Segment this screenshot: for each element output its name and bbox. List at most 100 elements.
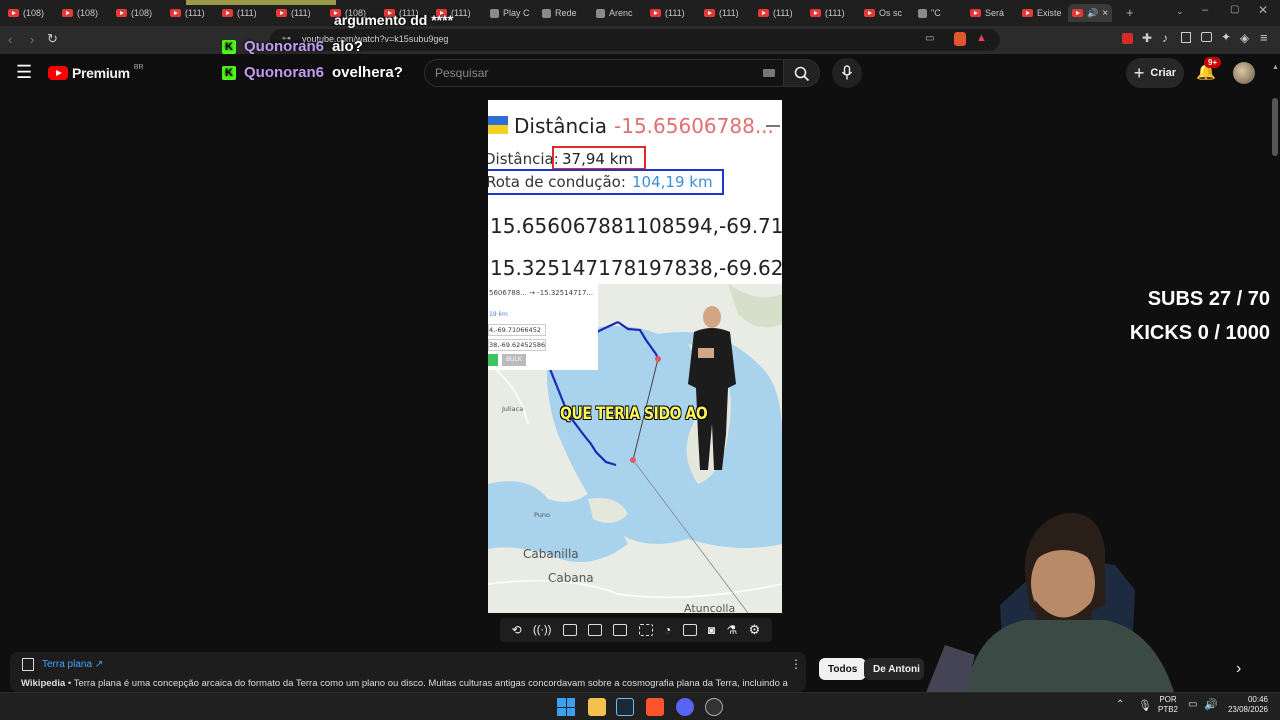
- sidebar-icon[interactable]: [1181, 32, 1191, 43]
- clock-date: 23/08/2026: [1227, 705, 1268, 714]
- youtube-icon: [170, 9, 181, 17]
- discord-icon[interactable]: [676, 698, 694, 716]
- film-icon[interactable]: [588, 624, 603, 636]
- article-icon: [22, 658, 34, 671]
- menu-icon[interactable]: ≡: [1260, 30, 1268, 45]
- browser-tab[interactable]: Arenc: [596, 4, 633, 22]
- keyboard-icon[interactable]: [763, 69, 775, 77]
- minimize-icon[interactable]: –: [1202, 4, 1208, 16]
- wallet-icon[interactable]: [1201, 32, 1212, 42]
- info-panel[interactable]: Terra plana ↗ ⋮ Wikipedia • Terra plana …: [10, 652, 806, 692]
- rewards-icon[interactable]: ▲: [976, 32, 987, 44]
- file-explorer-icon[interactable]: [588, 698, 606, 716]
- speed-gauge-icon[interactable]: ◔: [664, 623, 671, 637]
- browser-tab-label: Existe: [1037, 8, 1062, 18]
- network-icon[interactable]: ▭: [1188, 699, 1197, 710]
- add-frame-icon[interactable]: [682, 624, 697, 636]
- search-input[interactable]: Pesquisar: [424, 59, 784, 87]
- more-options-icon[interactable]: ⋮: [790, 657, 802, 671]
- create-button[interactable]: + Criar: [1126, 58, 1184, 88]
- volume-icon[interactable]: 🔊: [1204, 698, 1218, 711]
- forward-icon[interactable]: ›: [30, 32, 34, 47]
- music-icon[interactable]: ♪: [1162, 31, 1168, 45]
- browser-tab[interactable]: (111): [222, 4, 257, 22]
- selection-icon[interactable]: [638, 624, 653, 636]
- avatar[interactable]: [1233, 62, 1255, 84]
- browser-tab[interactable]: (111): [758, 4, 793, 22]
- reload-icon[interactable]: ↻: [47, 31, 58, 47]
- flask-icon[interactable]: ⚗: [727, 623, 738, 637]
- browser-tab[interactable]: Existe: [1022, 4, 1062, 22]
- extension-controls-bar: ⟲ ((·)) ◔ ◙ ⚗ ⚙: [500, 618, 772, 642]
- info-text-line: Wikipedia • Terra plana é uma concepção …: [21, 678, 788, 689]
- region-label: BR: [133, 63, 144, 71]
- chip-todos[interactable]: Todos: [819, 658, 867, 680]
- hamburger-menu-icon[interactable]: ☰: [16, 63, 32, 81]
- voice-search-button[interactable]: [832, 58, 862, 88]
- screenshot-eye-icon[interactable]: [562, 624, 577, 636]
- page-scrollbar[interactable]: ▲: [1272, 64, 1279, 692]
- extension-icon[interactable]: [1122, 33, 1133, 44]
- mini-km-label: 19 km: [489, 311, 508, 318]
- chips-next-icon[interactable]: ›: [1236, 660, 1241, 678]
- browser-tab[interactable]: (108): [8, 4, 44, 22]
- loop-icon[interactable]: ⟲: [512, 623, 522, 637]
- close-tab-icon[interactable]: ×: [1102, 8, 1108, 19]
- audio-waves-icon[interactable]: ((·)): [533, 624, 551, 636]
- mini-coord-1: 4,-69.71066452: [489, 326, 541, 334]
- browser-tab-label: (111): [719, 8, 739, 18]
- leo-ai-icon[interactable]: ✦: [1221, 30, 1231, 44]
- vpn-icon[interactable]: ◈: [1240, 31, 1249, 45]
- maximize-icon[interactable]: ▢: [1230, 4, 1239, 15]
- info-title-link[interactable]: Terra plana ↗: [42, 659, 103, 670]
- brave-browser-icon[interactable]: [646, 698, 664, 716]
- generic-icon: [490, 8, 499, 18]
- mini-route-label: 5606788... → -15.32514717...: [489, 289, 594, 297]
- obs-icon[interactable]: [705, 698, 723, 716]
- tray-expand-icon[interactable]: ⌃: [1116, 699, 1124, 710]
- route-label: Rota de condução:: [488, 173, 626, 191]
- brave-shield-icon[interactable]: [954, 32, 966, 46]
- address-bar-row: ‹ › ↻ ⊶ youtube.com/watch?v=k15subu9geg …: [0, 26, 1280, 54]
- browser-tab[interactable]: (111): [704, 4, 739, 22]
- browser-tab[interactable]: (108): [62, 4, 98, 22]
- camera-icon[interactable]: ◙: [708, 623, 715, 637]
- browser-tab[interactable]: (111): [276, 4, 311, 22]
- browser-tab[interactable]: Play C: [490, 4, 530, 22]
- close-window-icon[interactable]: ✕: [1258, 3, 1268, 17]
- browser-tab[interactable]: (111): [170, 4, 205, 22]
- video-player[interactable]: Distância -15.65606788... Distância: 37,…: [488, 100, 782, 613]
- browser-tab[interactable]: Será: [970, 4, 1004, 22]
- browser-tab[interactable]: Os sc: [864, 4, 902, 22]
- tab-search-icon[interactable]: ⌄: [1176, 6, 1184, 17]
- clock[interactable]: 00:46 23/08/2026: [1224, 695, 1268, 715]
- search-button[interactable]: [784, 59, 820, 87]
- cast-icon[interactable]: ▭: [925, 33, 934, 44]
- mini-coord-2: 38,-69.62452586: [489, 341, 546, 349]
- browser-tab-label: (108): [131, 8, 153, 18]
- browser-tab[interactable]: "C: [918, 4, 941, 22]
- youtube-logo[interactable]: Premium BR: [48, 63, 144, 81]
- info-source: Wikipedia: [21, 678, 66, 689]
- map-label-cabanilla: Cabanilla: [523, 547, 579, 561]
- streamer-figure: [925, 512, 1175, 695]
- tray-mic-icon[interactable]: 🎙: [1138, 699, 1152, 712]
- language-indicator[interactable]: POR PTB2: [1158, 695, 1178, 715]
- browser-tab[interactable]: (108): [116, 4, 152, 22]
- browser-tab-label: (111): [773, 8, 793, 18]
- crop-icon[interactable]: [613, 624, 628, 636]
- settings-gear-icon[interactable]: ⚙: [749, 622, 761, 638]
- kick-icon: K: [222, 39, 236, 54]
- browser-tab[interactable]: (111): [810, 4, 845, 22]
- active-tab[interactable]: 🔊 ×: [1068, 4, 1113, 22]
- puzzle-icon[interactable]: ✚: [1142, 31, 1152, 45]
- omnibox[interactable]: ⊶ youtube.com/watch?v=k15subu9geg ▭ ▲: [270, 29, 1000, 51]
- search-placeholder: Pesquisar: [435, 66, 489, 80]
- browser-tab[interactable]: Rede: [542, 4, 577, 22]
- kicks-goal: KICKS 0 / 1000: [1129, 322, 1270, 344]
- new-tab-icon[interactable]: +: [1126, 5, 1134, 20]
- windows-start-icon[interactable]: [557, 698, 575, 716]
- browser-tab[interactable]: (111): [650, 4, 685, 22]
- back-icon[interactable]: ‹: [8, 32, 12, 47]
- steam-icon[interactable]: [616, 698, 634, 716]
